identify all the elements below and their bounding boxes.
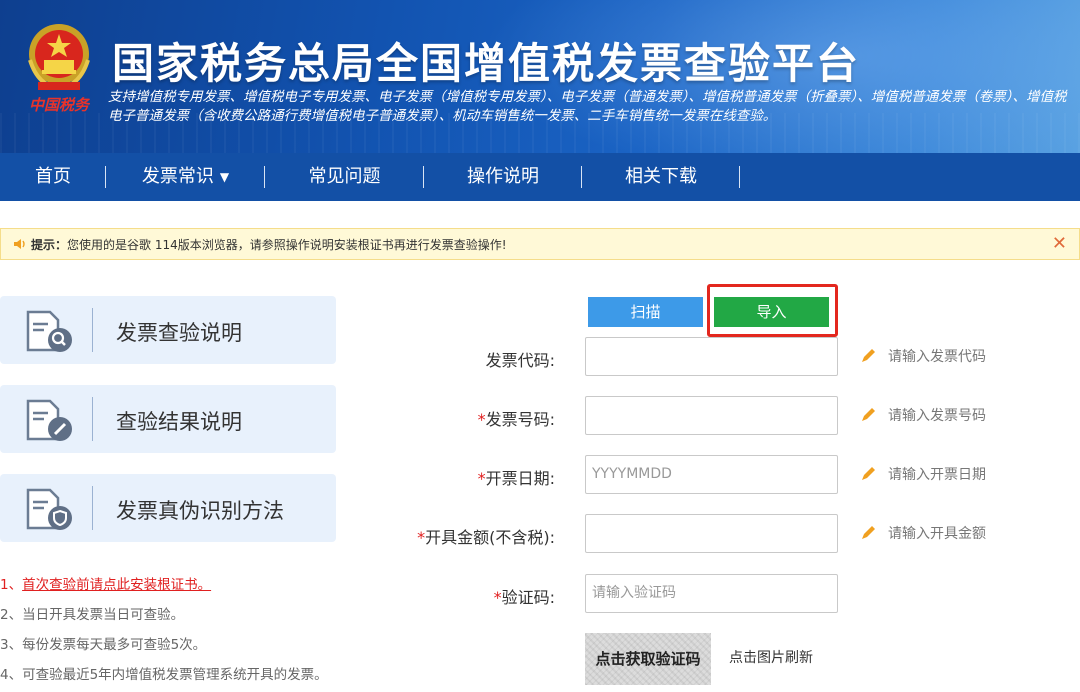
- document-edit-icon: [26, 399, 72, 441]
- card-title: 发票查验说明: [116, 321, 242, 345]
- site-title: 国家税务总局全国增值税发票查验平台: [112, 39, 861, 88]
- card-title: 发票真伪识别方法: [116, 499, 284, 523]
- card-divider: [92, 397, 93, 441]
- national-emblem-icon: [28, 24, 90, 91]
- pencil-icon: [862, 408, 875, 421]
- speaker-icon: [14, 239, 25, 249]
- nav-item-instructions[interactable]: 操作说明: [424, 153, 582, 201]
- tax-seal-logo: 中国税务: [29, 96, 90, 114]
- pencil-icon: [862, 467, 875, 480]
- nav-item-invoice-knowledge[interactable]: 发票常识 ▼: [106, 153, 265, 201]
- invoice-amount-label: *开具金额(不含税):: [417, 528, 555, 547]
- tips-list: 1、首次查验前请点此安装根证书。 2、当日开具发票当日可查验。 3、每份发票每天…: [0, 570, 328, 690]
- invoice-code-input[interactable]: [585, 337, 838, 376]
- svg-text:中国税务: 中国税务: [29, 96, 90, 114]
- invoice-code-label: 发票代码:: [485, 351, 555, 370]
- required-mark: *: [417, 528, 426, 547]
- pencil-icon: [862, 526, 875, 539]
- close-icon[interactable]: ✕: [1052, 234, 1067, 254]
- notice-label: 提示：: [31, 237, 68, 252]
- invoice-amount-hint: 请输入开具金额: [860, 523, 986, 543]
- site-header: 中国税务 国家税务总局全国增值税发票查验平台 支持增值税专用发票、增值税电子专用…: [0, 0, 1080, 153]
- chevron-down-icon: ▼: [219, 170, 230, 184]
- captcha-image[interactable]: 点击获取验证码: [585, 633, 711, 685]
- install-cert-link[interactable]: 首次查验前请点此安装根证书。: [22, 577, 211, 593]
- card-result-guide[interactable]: 查验结果说明: [0, 385, 336, 453]
- captcha-input[interactable]: 请输入验证码: [585, 574, 838, 613]
- required-mark: *: [493, 588, 502, 607]
- pencil-icon: [862, 349, 875, 362]
- card-invoice-check-guide[interactable]: 发票查验说明: [0, 296, 336, 364]
- browser-notice: 提示： 您使用的是谷歌 114版本浏览器，请参照操作说明安装根证书再进行发票查验…: [0, 228, 1080, 260]
- scan-button[interactable]: 扫描: [588, 297, 703, 327]
- invoice-number-hint: 请输入发票号码: [860, 405, 986, 425]
- notice-text: 您使用的是谷歌 114版本浏览器，请参照操作说明安装根证书再进行发票查验操作!: [67, 237, 507, 252]
- invoice-date-label: *开票日期:: [477, 469, 555, 488]
- site-subtitle: 支持增值税专用发票、增值税电子专用发票、电子发票（增值税专用发票）、电子发票（普…: [108, 89, 1067, 124]
- nav-item-faq[interactable]: 常见问题: [265, 153, 424, 201]
- invoice-amount-input[interactable]: [585, 514, 838, 553]
- captcha-label: *验证码:: [493, 588, 555, 607]
- import-highlight-box: [707, 284, 838, 337]
- invoice-date-hint: 请输入开票日期: [860, 464, 986, 484]
- tip-item: 4、可查验最近5年内增值税发票管理系统开具的发票。: [0, 667, 328, 683]
- invoice-number-input[interactable]: [585, 396, 838, 435]
- invoice-date-input[interactable]: YYYYMMDD: [585, 455, 838, 494]
- card-divider: [92, 308, 93, 352]
- invoice-code-hint: 请输入发票代码: [860, 346, 986, 366]
- invoice-number-label: *发票号码:: [477, 410, 555, 429]
- required-mark: *: [477, 410, 486, 429]
- main-nav: 首页 发票常识 ▼ 常见问题 操作说明 相关下载: [0, 153, 1080, 201]
- nav-item-home[interactable]: 首页: [0, 153, 106, 201]
- document-search-icon: [26, 310, 72, 352]
- document-shield-icon: [26, 488, 72, 530]
- nav-item-downloads[interactable]: 相关下载: [582, 153, 740, 201]
- tip-item: 2、当日开具发票当日可查验。: [0, 607, 185, 623]
- tip-item: 1、首次查验前请点此安装根证书。: [0, 577, 212, 593]
- required-mark: *: [477, 469, 486, 488]
- card-divider: [92, 486, 93, 530]
- card-title: 查验结果说明: [116, 410, 242, 434]
- tip-item: 3、每份发票每天最多可查验5次。: [0, 637, 207, 653]
- card-authenticity-guide[interactable]: 发票真伪识别方法: [0, 474, 336, 542]
- captcha-refresh-text: 点击图片刷新: [729, 650, 813, 666]
